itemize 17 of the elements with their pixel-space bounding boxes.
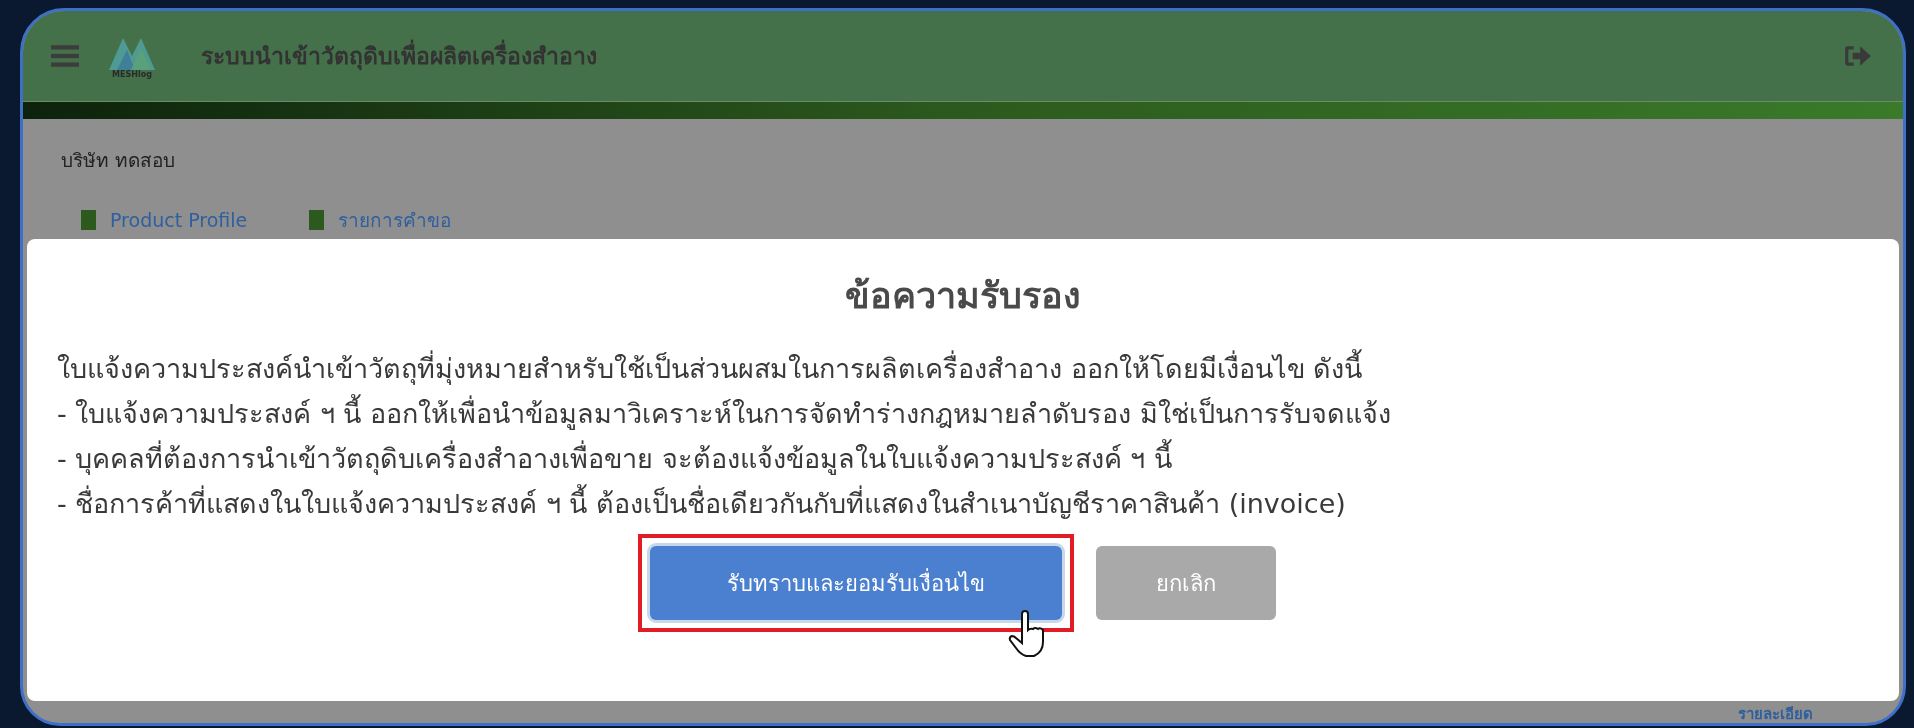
nav-link[interactable]: Product Profile bbox=[110, 209, 248, 231]
details-link[interactable]: รายละเอียด bbox=[1738, 705, 1813, 723]
company-name: บริษัท ทดสอบ bbox=[61, 148, 177, 173]
menu-icon[interactable] bbox=[51, 44, 79, 68]
accept-button[interactable]: รับทราบและยอมรับเงื่อนไข bbox=[650, 546, 1062, 620]
square-icon bbox=[81, 210, 96, 230]
dialog-text: - ใบแจ้งความประสงค์ ฯ นี้ ออกให้เพื่อนำข้อมูลมาวิเคราะห์ในการจัดทำร่างกฎหมายลำดับรอง มิใช่เป็นการรับจดแจ้ง bbox=[57, 391, 1899, 436]
dialog-text: ใบแจ้งความประสงค์นำเข้าวัตถุที่มุ่งหมายสำหรับใช้เป็นส่วนผสมในการผลิตเครื่องสำอาง ออกให้โดยมีเงื่อนไข ดังนี้ bbox=[57, 346, 1899, 391]
dialog-title: ข้อความรับรอง bbox=[845, 274, 1081, 318]
app-title: ระบบนำเข้าวัตถุดิบเพื่อผลิตเครื่องสำอาง bbox=[201, 38, 597, 74]
logout-icon[interactable] bbox=[1843, 43, 1873, 69]
dialog-text: - ชื่อการค้าที่แสดงในใบแจ้งความประสงค์ ฯ นี้ ต้องเป็นชื่อเดียวกันกับที่แสดงในสำเนาบัญชีราคาสินค้า (invoice) bbox=[57, 481, 1899, 526]
logo-text: MESHlog bbox=[112, 69, 152, 79]
cancel-button[interactable]: ยกเลิก bbox=[1096, 546, 1276, 620]
nav-link[interactable]: รายการคำขอ bbox=[338, 205, 452, 235]
square-icon bbox=[309, 210, 325, 230]
dialog-text: - บุคคลที่ต้องการนำเข้าวัตถุดิบเครื่องสำอางเพื่อขาย จะต้องแจ้งข้อมูลในใบแจ้งความประสงค์ ฯ นี้ bbox=[57, 436, 1899, 481]
